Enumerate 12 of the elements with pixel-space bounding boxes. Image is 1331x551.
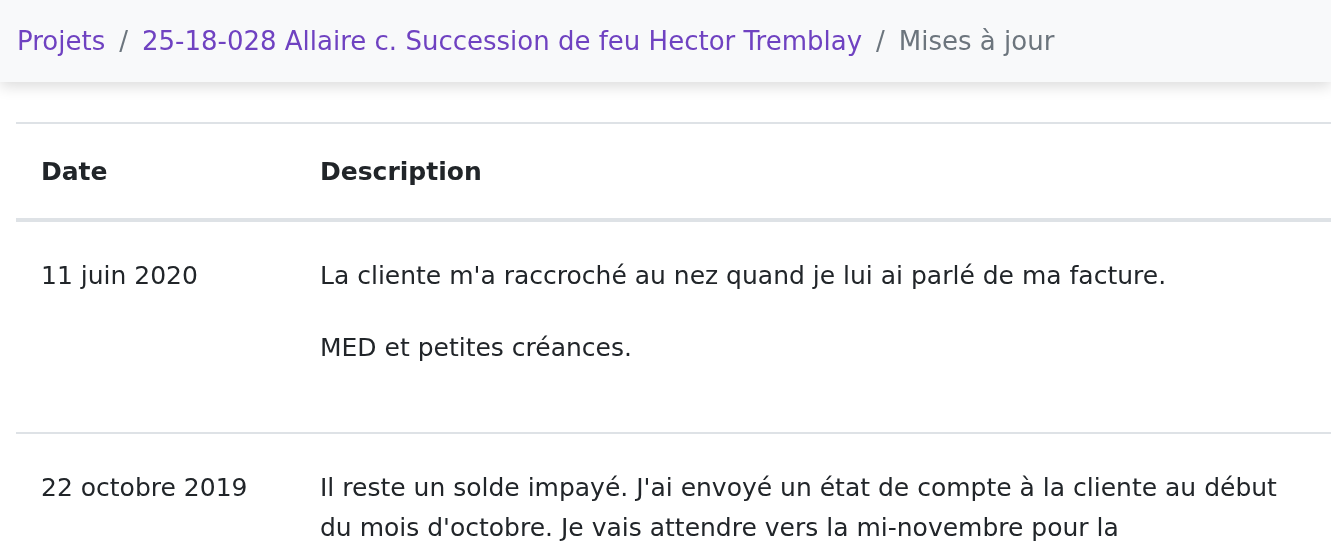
description-text: Il reste un solde impayé. J'ai envoyé un état de compte à la cliente au début du mois d'octobre. Je vais attendre vers la mi-novembre pour la [320, 472, 1278, 544]
column-header: Date [40, 156, 109, 186]
date-cell-text: 11 juin 2020 [40, 260, 199, 292]
breadcrumb-separator: / [119, 26, 128, 56]
column-header: Description [320, 156, 483, 186]
breadcrumb-link[interactable]: 25-18-028 Allaire c. Succession de feu Hector Tremblay [142, 26, 863, 56]
breadcrumb-link[interactable]: Projets [17, 26, 106, 56]
date-cell-text: 22 octobre 2019 [40, 472, 249, 504]
description-text: MED et petites créances. [320, 332, 633, 364]
description-text: La cliente m'a raccroché au nez quand je lui ai parlé de ma facture. [320, 260, 1168, 292]
breadcrumb-current: Mises à jour [898, 26, 1055, 56]
breadcrumb-separator: / [876, 26, 885, 56]
